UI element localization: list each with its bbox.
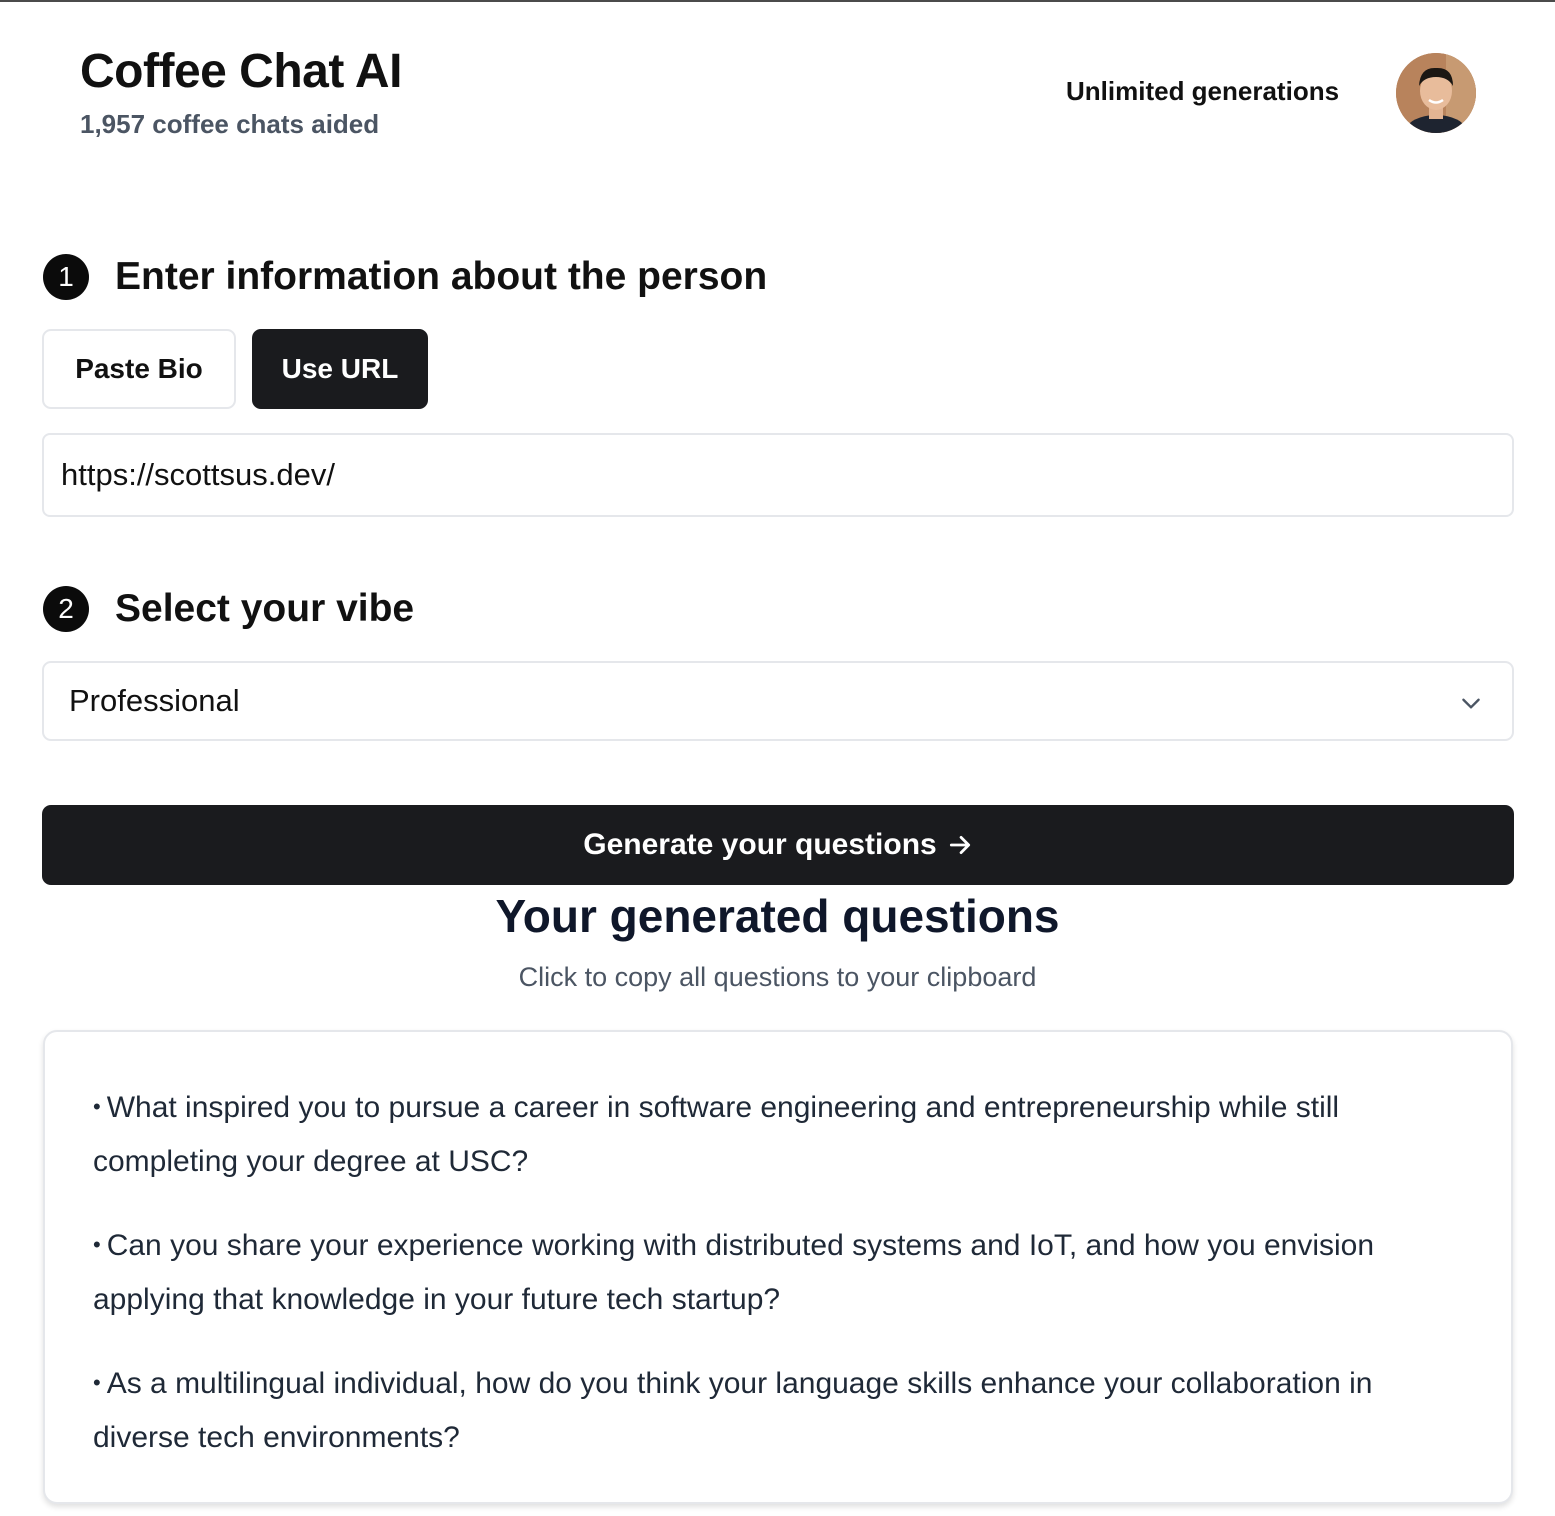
generate-questions-button[interactable]: Generate your questions — [42, 805, 1514, 885]
step-2-header: 2 Select your vibe — [43, 586, 414, 632]
avatar-photo-icon — [1396, 53, 1476, 133]
question-item: • As a multilingual individual, how do yo… — [93, 1358, 1463, 1464]
top-border — [0, 0, 1555, 2]
use-url-tab[interactable]: Use URL — [252, 329, 428, 409]
user-avatar[interactable] — [1396, 53, 1476, 133]
results-subtitle: Click to copy all questions to your clip… — [518, 962, 1037, 992]
question-text: As a multilingual individual, how do you… — [93, 1367, 1373, 1454]
plan-label: Unlimited generations — [1066, 76, 1340, 106]
question-item: • Can you share your experience working w… — [93, 1220, 1463, 1326]
question-text: Can you share your experience working wi… — [93, 1229, 1375, 1316]
step-1-title: Enter information about the person — [115, 255, 768, 298]
generate-button-label: Generate your questions — [583, 828, 937, 861]
step-2-title: Select your vibe — [115, 587, 415, 630]
question-item: • What inspired you to pursue a career in… — [93, 1082, 1463, 1188]
step-1-number: 1 — [43, 254, 89, 300]
step-1-header: 1 Enter information about the person — [43, 254, 767, 300]
bullet-icon: • — [93, 1232, 101, 1257]
questions-card[interactable]: • What inspired you to pursue a career in… — [43, 1030, 1513, 1504]
arrow-right-icon — [949, 836, 970, 854]
vibe-select[interactable]: Professional — [42, 661, 1514, 741]
app-title: Coffee Chat AI — [80, 45, 402, 98]
bullet-icon: • — [93, 1094, 101, 1119]
question-text: What inspired you to pursue a career in … — [93, 1091, 1340, 1178]
url-input[interactable]: https://scottsus.dev/ — [42, 433, 1514, 517]
coffee-chats-counter: 1,957 coffee chats aided — [80, 109, 380, 139]
chevron-down-icon — [1462, 698, 1480, 709]
vibe-select-value: Professional — [69, 683, 240, 718]
step-2-number: 2 — [43, 586, 89, 632]
bullet-icon: • — [93, 1370, 101, 1395]
results-title: Your generated questions — [495, 890, 1060, 942]
paste-bio-tab[interactable]: Paste Bio — [42, 329, 236, 409]
